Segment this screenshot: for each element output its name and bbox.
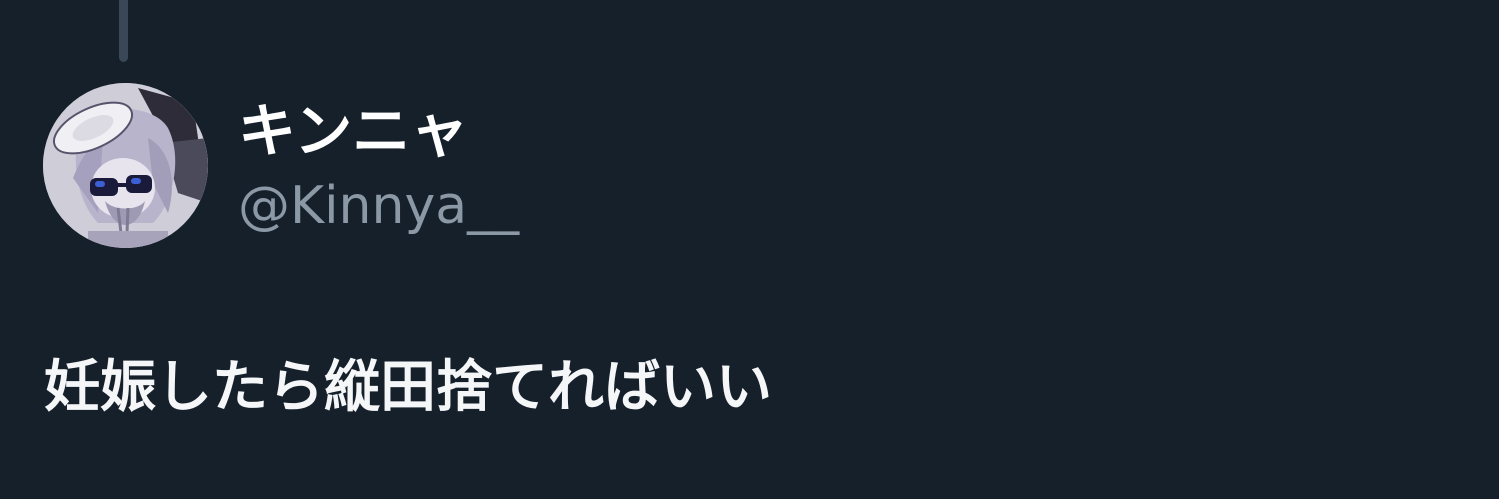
thread-connector-line — [119, 0, 128, 62]
avatar-icon — [43, 83, 208, 248]
display-name[interactable]: キンニャ — [238, 96, 468, 166]
tweet-text: 妊娠したら縦田捨てればいい — [44, 355, 772, 420]
tweet-card[interactable]: キンニャ @Kinnya__ 妊娠したら縦田捨てればいい — [0, 0, 1499, 499]
user-handle[interactable]: @Kinnya__ — [238, 174, 519, 238]
avatar[interactable] — [43, 83, 208, 248]
